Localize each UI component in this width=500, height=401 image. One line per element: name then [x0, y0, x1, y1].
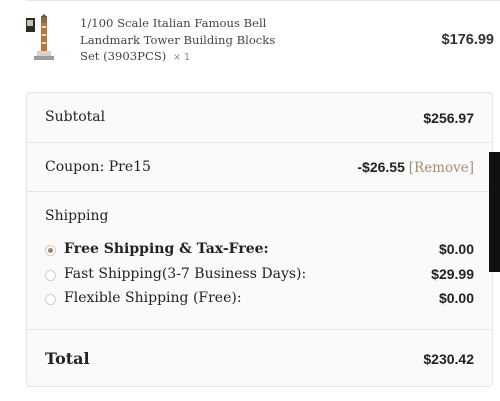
remove-coupon-link[interactable]: [Remove]	[409, 160, 474, 176]
product-quantity: × 1	[173, 52, 191, 63]
radio-button-selected[interactable]	[45, 245, 56, 256]
order-summary-panel: Subtotal $256.97 Coupon: Pre15 -$26.55 […	[26, 92, 493, 387]
shipping-option-label[interactable]: Fast Shipping(3-7 Business Days):	[64, 266, 306, 282]
divider	[26, 0, 500, 1]
coupon-discount: -$26.55 [Remove]	[357, 159, 474, 176]
shipping-option-label[interactable]: Flexible Shipping (Free):	[64, 290, 242, 306]
shipping-option-free[interactable]: Free Shipping & Tax-Free: $0.00	[45, 240, 474, 262]
total-label: Total	[45, 349, 90, 368]
shipping-label: Shipping	[45, 208, 109, 224]
cart-item: 1/100 Scale Italian Famous Bell Landmark…	[26, 14, 496, 64]
radio-button[interactable]	[45, 294, 56, 305]
side-panel-tab[interactable]	[489, 152, 500, 272]
shipping-option-price: $0.00	[438, 290, 474, 306]
product-price: $176.99	[441, 32, 494, 48]
coupon-row: Coupon: Pre15 -$26.55 [Remove]	[27, 142, 492, 192]
bell-tower-product-image[interactable]	[26, 14, 60, 62]
total-value: $230.42	[423, 351, 474, 367]
subtotal-row: Subtotal $256.97	[27, 93, 492, 143]
shipping-option-price: $0.00	[438, 241, 474, 257]
coupon-value: -$26.55	[357, 159, 405, 175]
shipping-option-label[interactable]: Free Shipping & Tax-Free:	[64, 241, 269, 257]
radio-button[interactable]	[45, 270, 56, 281]
shipping-option-price: $29.99	[431, 266, 474, 282]
shipping-option-fast[interactable]: Fast Shipping(3-7 Business Days): $29.99	[45, 265, 474, 287]
total-row: Total $230.42	[27, 329, 492, 386]
subtotal-value: $256.97	[423, 110, 474, 126]
subtotal-label: Subtotal	[45, 109, 106, 125]
shipping-option-flexible[interactable]: Flexible Shipping (Free): $0.00	[45, 289, 474, 311]
shipping-section: Shipping Free Shipping & Tax-Free: $0.00…	[27, 191, 492, 330]
product-name[interactable]: 1/100 Scale Italian Famous Bell Landmark…	[80, 15, 280, 67]
coupon-label: Coupon: Pre15	[45, 159, 151, 175]
